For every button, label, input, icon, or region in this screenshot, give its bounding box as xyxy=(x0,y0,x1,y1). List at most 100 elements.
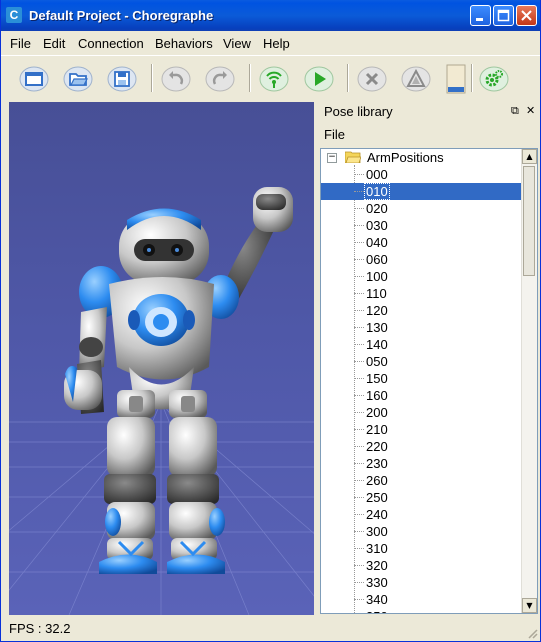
pose-item[interactable]: 330 xyxy=(321,574,521,591)
pose-item[interactable]: 100 xyxy=(321,268,521,285)
pose-item[interactable]: 240 xyxy=(321,506,521,523)
pose-item[interactable]: 210 xyxy=(321,421,521,438)
pose-item[interactable]: 010 xyxy=(321,183,521,200)
settings-gear-icon[interactable] xyxy=(479,64,509,94)
tree-root-label: ArmPositions xyxy=(367,150,444,165)
tree-branch xyxy=(354,242,364,243)
menu-file[interactable]: File xyxy=(10,36,31,51)
pose-tree[interactable]: − ArmPositions 000 010 020 030 040 060 100 110 1… xyxy=(320,148,538,614)
tree-root-armpositions[interactable]: − ArmPositions xyxy=(321,149,521,166)
connect-wifi-icon[interactable] xyxy=(259,64,289,94)
tree-branch xyxy=(354,344,364,345)
pose-item[interactable]: 110 xyxy=(321,285,521,302)
pose-item[interactable]: 060 xyxy=(321,251,521,268)
pose-item-label: 000 xyxy=(366,167,388,182)
open-folder-icon[interactable] xyxy=(63,64,93,94)
tree-branch xyxy=(354,429,364,430)
tree-branch xyxy=(354,276,364,277)
collapse-icon[interactable]: − xyxy=(327,153,337,163)
scroll-down-icon[interactable]: ▼ xyxy=(522,598,537,613)
toolbar-separator xyxy=(151,64,153,92)
pose-item-label: 240 xyxy=(366,507,388,522)
toolbar-separator xyxy=(471,64,473,92)
vertical-scrollbar[interactable]: ▲ ▼ xyxy=(521,149,537,613)
menu-view[interactable]: View xyxy=(223,36,251,51)
maximize-icon xyxy=(497,9,510,22)
pose-item[interactable]: 040 xyxy=(321,234,521,251)
pose-item[interactable]: 120 xyxy=(321,302,521,319)
menu-bar: File Edit Connection Behaviors View Help xyxy=(1,32,540,54)
undo-icon[interactable] xyxy=(161,64,191,94)
tree-branch xyxy=(354,497,364,498)
pose-item[interactable]: 200 xyxy=(321,404,521,421)
pose-item[interactable]: 220 xyxy=(321,438,521,455)
pose-item[interactable]: 130 xyxy=(321,319,521,336)
tree-branch xyxy=(354,174,364,175)
pose-item[interactable]: 050 xyxy=(321,353,521,370)
menu-help[interactable]: Help xyxy=(263,36,290,51)
battery-icon[interactable] xyxy=(441,64,466,94)
pose-item-label: 200 xyxy=(366,405,388,420)
close-button[interactable] xyxy=(516,5,537,26)
pose-item[interactable]: 030 xyxy=(321,217,521,234)
tree-branch xyxy=(354,361,364,362)
minimize-icon xyxy=(476,18,483,21)
pose-item-label: 250 xyxy=(366,490,388,505)
status-bar: FPS : 32.2 xyxy=(1,617,540,641)
menu-edit[interactable]: Edit xyxy=(43,36,65,51)
scroll-thumb[interactable] xyxy=(523,166,535,276)
pose-item-label: 340 xyxy=(366,592,388,607)
pose-item[interactable]: 320 xyxy=(321,557,521,574)
menu-behaviors[interactable]: Behaviors xyxy=(155,36,213,51)
resize-grip-icon[interactable] xyxy=(526,627,538,639)
main-window: C Default Project - Choregraphe File Edi… xyxy=(0,0,541,642)
pose-item[interactable]: 000 xyxy=(321,166,521,183)
close-panel-icon[interactable]: ✕ xyxy=(526,104,535,117)
tree-branch xyxy=(354,327,364,328)
title-bar[interactable]: C Default Project - Choregraphe xyxy=(1,0,540,31)
pose-item-label: 100 xyxy=(366,269,388,284)
nao-robot xyxy=(64,187,293,574)
maximize-button[interactable] xyxy=(493,5,514,26)
robot-3d-viewport[interactable] xyxy=(9,102,314,615)
scroll-up-icon[interactable]: ▲ xyxy=(522,149,537,164)
menu-connection[interactable]: Connection xyxy=(78,36,144,51)
tree-branch xyxy=(354,208,364,209)
pose-item[interactable]: 150 xyxy=(321,370,521,387)
stop-icon[interactable] xyxy=(357,64,387,94)
tree-branch xyxy=(354,548,364,549)
pose-item[interactable]: 020 xyxy=(321,200,521,217)
pose-item-label: 010 xyxy=(364,183,390,200)
pose-item[interactable]: 260 xyxy=(321,472,521,489)
tree-branch xyxy=(354,412,364,413)
save-icon[interactable] xyxy=(107,64,137,94)
pose-item[interactable]: 300 xyxy=(321,523,521,540)
play-icon[interactable] xyxy=(304,64,334,94)
tree-branch xyxy=(354,514,364,515)
pose-item-label: 020 xyxy=(366,201,388,216)
tree-branch xyxy=(354,395,364,396)
pose-item-label: 050 xyxy=(366,354,388,369)
pose-item[interactable]: 340 xyxy=(321,591,521,608)
new-window-icon[interactable] xyxy=(19,64,49,94)
choregraphe-app-icon[interactable]: C xyxy=(6,7,22,23)
minimize-button[interactable] xyxy=(470,5,491,26)
pose-item[interactable]: 350 xyxy=(321,608,521,613)
pose-item-label: 220 xyxy=(366,439,388,454)
tree-branch xyxy=(354,531,364,532)
pose-item[interactable]: 250 xyxy=(321,489,521,506)
toolbar-separator xyxy=(347,64,349,92)
pose-item[interactable]: 230 xyxy=(321,455,521,472)
warning-icon[interactable] xyxy=(401,64,431,94)
tree-branch xyxy=(354,446,364,447)
tree-branch xyxy=(354,582,364,583)
redo-icon[interactable] xyxy=(205,64,235,94)
pose-item-label: 310 xyxy=(366,541,388,556)
pose-item[interactable]: 310 xyxy=(321,540,521,557)
pose-item-label: 150 xyxy=(366,371,388,386)
pose-item-label: 320 xyxy=(366,558,388,573)
undock-icon[interactable]: ⧉ xyxy=(511,104,519,118)
pose-item[interactable]: 160 xyxy=(321,387,521,404)
pose-library-file-menu[interactable]: File xyxy=(324,127,345,142)
pose-item[interactable]: 140 xyxy=(321,336,521,353)
